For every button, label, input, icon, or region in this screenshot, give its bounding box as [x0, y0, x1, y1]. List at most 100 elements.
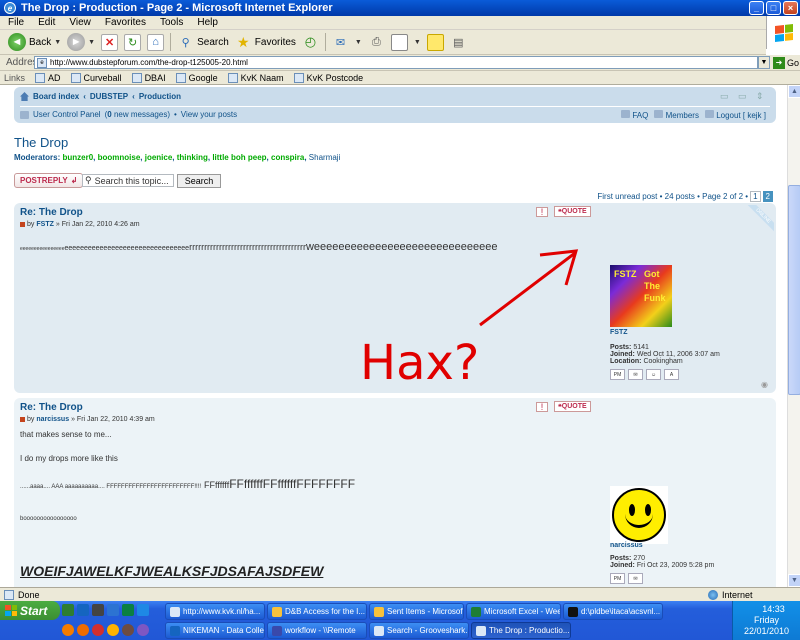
report-icon[interactable]: ! — [536, 207, 548, 217]
page-link-1[interactable]: 1 — [750, 191, 761, 202]
email-icon[interactable]: ✉ — [628, 573, 643, 584]
print-icon[interactable]: ▭ — [720, 91, 729, 102]
breadcrumb-production[interactable]: Production — [139, 92, 181, 101]
menu-view[interactable]: View — [69, 17, 91, 28]
chevron-down-icon[interactable]: ▼ — [414, 39, 421, 46]
taskbar-item[interactable]: http://www.kvk.nl/ha... — [165, 603, 265, 620]
taskbar-item[interactable]: Microsoft Excel - Wee... — [466, 603, 561, 620]
link-ad[interactable]: AD — [35, 72, 61, 83]
profile-username[interactable]: FSTZ — [610, 329, 760, 336]
chevron-down-icon[interactable]: ▼ — [88, 39, 95, 46]
report-icon[interactable]: ! — [536, 402, 548, 412]
quote-button[interactable]: ❝ QUOTE — [554, 401, 591, 412]
app-icon[interactable] — [137, 624, 149, 636]
post-title[interactable]: Re: The Drop — [20, 402, 83, 413]
app-icon[interactable] — [137, 604, 149, 616]
menu-edit[interactable]: Edit — [38, 17, 55, 28]
search-button[interactable]: ⚲ Search — [177, 34, 229, 51]
view-your-posts-link[interactable]: View your posts — [181, 110, 237, 119]
post-author[interactable]: FSTZ — [36, 221, 54, 228]
taskbar-item[interactable]: d:\pldbe\itaca\acsvnl... — [563, 603, 663, 620]
back-to-top-icon[interactable]: ◉ — [761, 380, 768, 389]
menu-tools[interactable]: Tools — [160, 17, 183, 28]
messenger-icon[interactable] — [426, 33, 444, 51]
menu-file[interactable]: File — [8, 17, 24, 28]
app-icon[interactable] — [107, 604, 119, 616]
app-icon[interactable] — [77, 604, 89, 616]
taskbar-item[interactable]: workflow - \\Remote — [267, 622, 367, 639]
app-icon[interactable] — [92, 604, 104, 616]
moderator-link[interactable]: thinking — [177, 153, 208, 162]
post-title[interactable]: Re: The Drop — [20, 207, 83, 218]
chevron-down-icon[interactable]: ▼ — [355, 39, 362, 46]
link-dbai[interactable]: DBAI — [131, 72, 166, 83]
forward-button[interactable]: ► ▼ — [67, 33, 95, 51]
chevron-down-icon[interactable]: ▼ — [54, 39, 61, 46]
page-link-2[interactable]: 2 — [762, 191, 773, 202]
taskbar-item[interactable]: The Drop : Productio... — [471, 622, 571, 639]
taskbar-item[interactable]: Sent Items - Microsof... — [369, 603, 464, 620]
topic-title[interactable]: The Drop — [14, 135, 68, 150]
breadcrumb-dubstep[interactable]: DUBSTEP — [90, 92, 128, 101]
new-messages[interactable]: (0 new messages) — [105, 110, 170, 119]
moderator-link[interactable]: Sharmaji — [309, 153, 341, 162]
email-icon[interactable]: ▭ — [738, 91, 747, 102]
pm-icon[interactable]: PM — [610, 369, 625, 380]
aim-icon[interactable]: A — [664, 369, 679, 380]
refresh-icon[interactable]: ↻ — [124, 33, 142, 51]
scroll-up-icon[interactable]: ▲ — [788, 85, 800, 98]
vertical-scrollbar[interactable]: ▲ ▼ — [787, 85, 800, 587]
app-icon[interactable] — [122, 604, 134, 616]
go-button[interactable]: ➜ Go — [773, 56, 799, 69]
msn-icon[interactable]: ☺ — [646, 369, 661, 380]
app-icon[interactable] — [92, 624, 104, 636]
user-control-panel-link[interactable]: User Control Panel — [33, 110, 101, 119]
history-icon[interactable]: ◴ — [302, 34, 319, 51]
taskbar-item[interactable]: Search - Grooveshark... — [369, 622, 469, 639]
link-kvk-postcode[interactable]: KvK Postcode — [293, 72, 363, 83]
moderator-link[interactable]: bunzer0 — [62, 153, 93, 162]
moderator-link[interactable]: conspira — [271, 153, 304, 162]
scrollbar-thumb[interactable] — [788, 185, 800, 395]
profile-username[interactable]: narcissus — [610, 542, 760, 549]
quote-button[interactable]: ❝ QUOTE — [554, 206, 591, 217]
app-icon[interactable] — [62, 624, 74, 636]
research-icon[interactable]: ▤ — [450, 34, 467, 51]
app-icon[interactable] — [122, 624, 134, 636]
post-author[interactable]: narcissus — [36, 416, 69, 423]
taskbar-item[interactable]: D&B Access for the I... — [267, 603, 367, 620]
link-google[interactable]: Google — [175, 72, 218, 83]
minimize-button[interactable]: _ — [749, 1, 764, 15]
post-icon[interactable] — [20, 222, 25, 227]
moderator-link[interactable]: little boh peep — [212, 153, 266, 162]
close-button[interactable]: × — [783, 1, 798, 15]
chevron-down-icon[interactable]: ▼ — [758, 56, 770, 69]
moderator-link[interactable]: joenice — [145, 153, 173, 162]
address-input[interactable]: e http://www.dubstepforum.com/the-drop-t… — [34, 56, 758, 69]
logout-link[interactable]: Logout [ kejk ] — [704, 110, 766, 120]
mail-icon[interactable]: ✉ — [332, 34, 349, 51]
font-size-icon[interactable]: ⇕ — [756, 91, 764, 102]
edit-icon[interactable] — [390, 33, 408, 51]
search-topic-input[interactable]: ⚲ Search this topic... — [82, 174, 174, 187]
stop-icon[interactable]: ✕ — [101, 33, 119, 51]
moderator-link[interactable]: boomnoise — [98, 153, 141, 162]
app-icon[interactable] — [62, 604, 74, 616]
app-icon[interactable] — [77, 624, 89, 636]
pm-icon[interactable]: PM — [610, 573, 625, 584]
link-curveball[interactable]: Curveball — [70, 72, 122, 83]
app-icon[interactable] — [107, 624, 119, 636]
clock-time[interactable]: 14:33 — [733, 604, 800, 615]
maximize-button[interactable]: □ — [766, 1, 781, 15]
members-link[interactable]: Members — [654, 110, 699, 120]
post-icon[interactable] — [20, 417, 25, 422]
faq-link[interactable]: FAQ — [621, 110, 648, 120]
breadcrumb-board-index[interactable]: Board index — [33, 92, 79, 101]
menu-help[interactable]: Help — [197, 17, 218, 28]
home-icon[interactable]: ⌂ — [147, 33, 165, 51]
start-button[interactable]: Start — [0, 601, 60, 620]
email-icon[interactable]: ✉ — [628, 369, 643, 380]
favorites-button[interactable]: ★ Favorites — [235, 34, 296, 51]
menu-favorites[interactable]: Favorites — [105, 17, 146, 28]
link-kvk-naam[interactable]: KvK Naam — [227, 72, 284, 83]
